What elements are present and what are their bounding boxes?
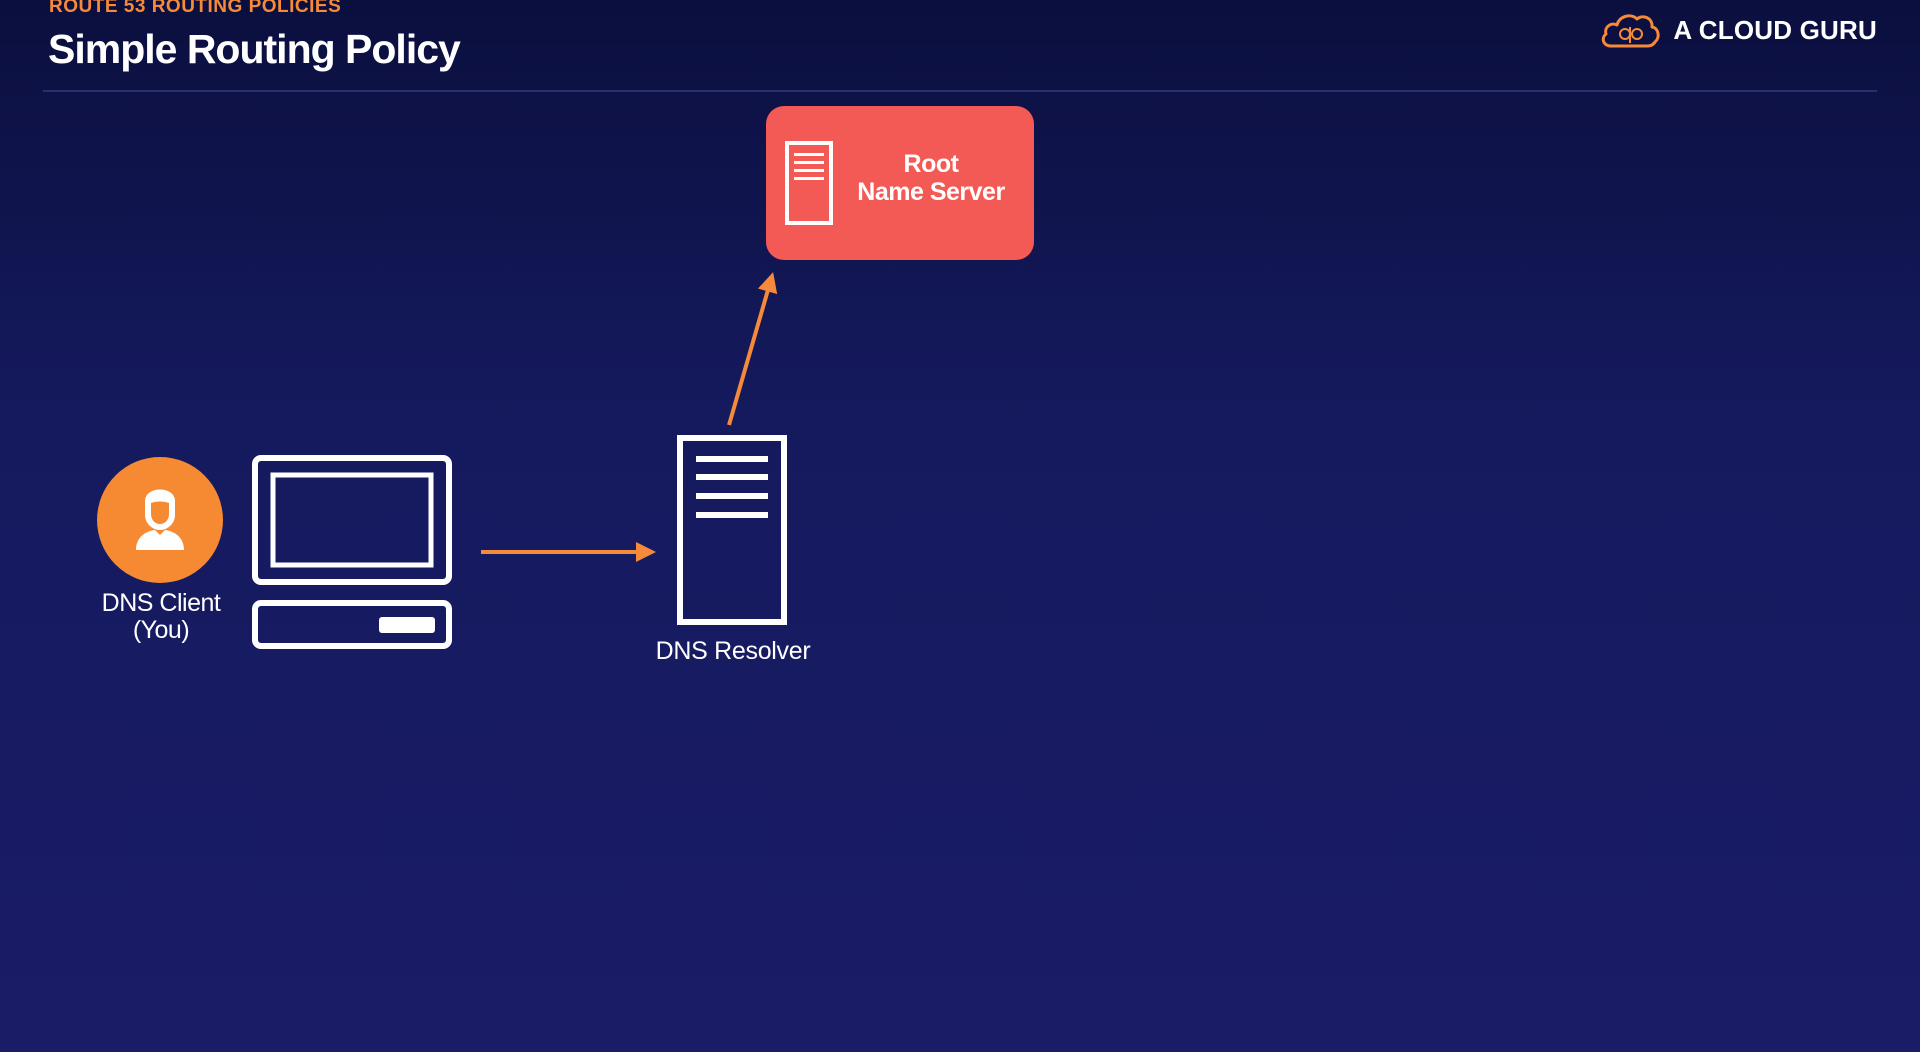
computer-icon bbox=[252, 455, 452, 649]
slide: ROUTE 53 ROUTING POLICIES Simple Routing… bbox=[0, 0, 1920, 1052]
resolver-server-icon bbox=[677, 435, 787, 625]
arrow-resolver-to-root bbox=[727, 272, 778, 426]
diagram-canvas bbox=[252, 272, 787, 649]
